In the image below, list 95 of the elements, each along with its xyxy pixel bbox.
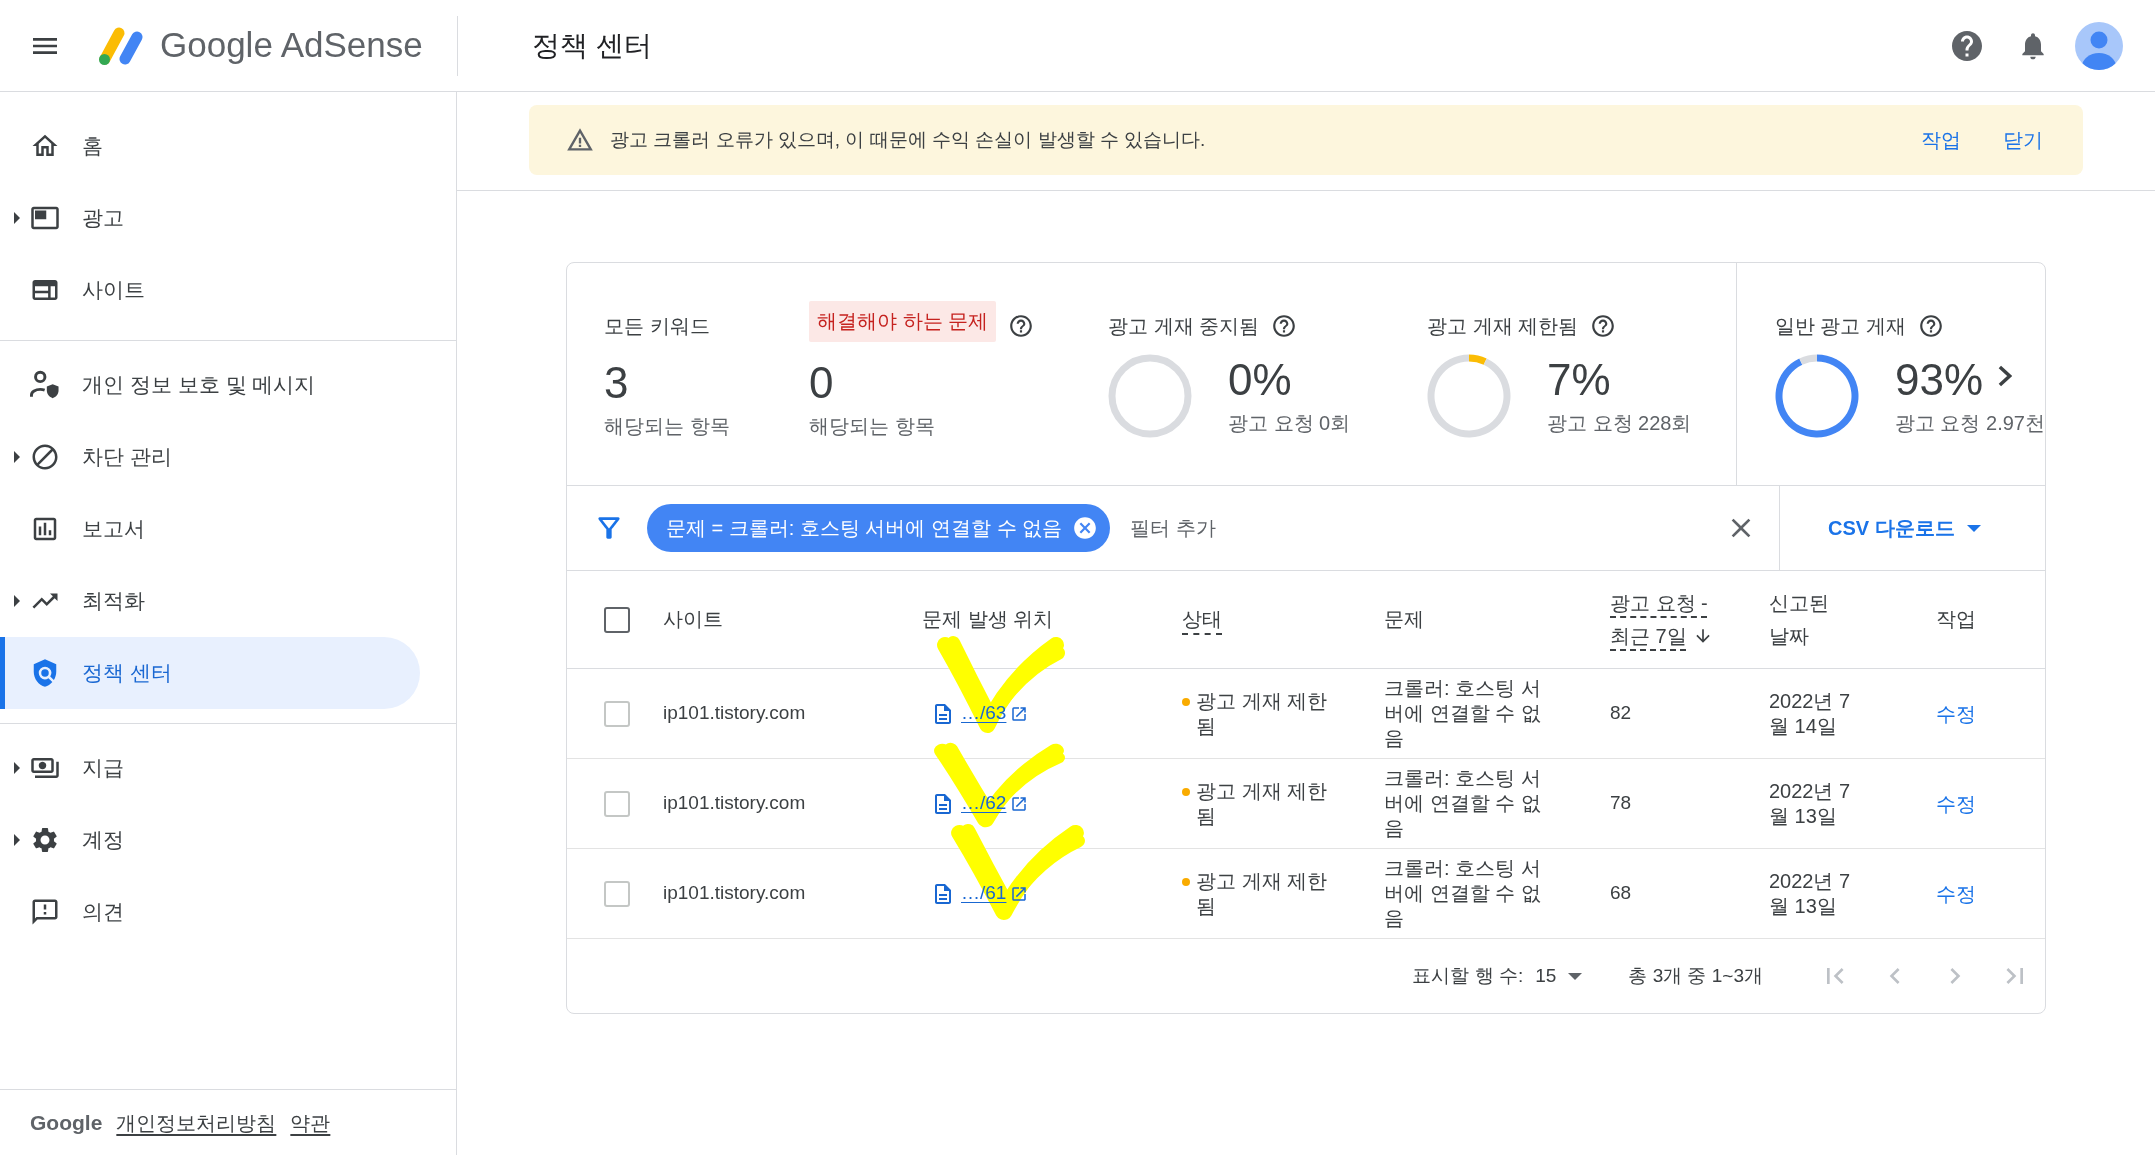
column-header: 문제 발생 위치 (922, 607, 1054, 632)
status-text: 광고 게재 제한됨 (1196, 868, 1329, 919)
banner-action[interactable]: 작업 (1921, 125, 1961, 155)
google-wordmark: Google (30, 1109, 103, 1136)
edit-link[interactable]: 수정 (1936, 792, 1976, 815)
banner-message: 광고 크롤러 오류가 있으며, 이 때문에 수익 손실이 발생할 수 있습니다. (610, 127, 1206, 152)
footer-link[interactable]: 개인정보처리방침 (116, 1107, 277, 1138)
sidebar-item[interactable]: 광고 (0, 182, 420, 254)
expand-caret-icon (13, 762, 20, 774)
checkmark-scribble-icon (935, 635, 1066, 735)
empty-ring-icon (1107, 354, 1192, 438)
site-name: ip101.tistory.com (663, 882, 806, 904)
sidebar-item[interactable]: 정책 센터 (0, 637, 420, 709)
block-icon (30, 442, 60, 472)
feedback-icon (30, 897, 60, 927)
dropdown-arrow-icon (1568, 972, 1583, 980)
filter-input[interactable]: 필터 추가 (1130, 508, 1721, 548)
stat-value: 93% (1894, 355, 1983, 405)
stat-caption: 광고 요청 0회 (1227, 411, 1351, 436)
footer-link[interactable]: 약관 (290, 1107, 331, 1138)
checkmark-scribble-icon (949, 823, 1086, 922)
site-name: ip101.tistory.com (663, 702, 806, 724)
stat-caption: 해당되는 항목 (809, 414, 935, 439)
open-in-new-icon[interactable] (1010, 704, 1029, 723)
page-title: 정책 센터 (532, 28, 652, 63)
request-count: 78 (1610, 792, 1632, 814)
sidebar-item[interactable]: 의견 (0, 876, 420, 948)
checkmark-scribble-icon (932, 742, 1066, 829)
site-name: ip101.tistory.com (663, 792, 806, 814)
csv-download-button[interactable]: CSV 다운로드 (1828, 513, 1981, 543)
sidebar-item[interactable]: 홈 (0, 110, 420, 182)
sidebar-item[interactable]: 지급 (0, 732, 420, 804)
checkbox[interactable] (604, 880, 630, 907)
problem-text: 크롤러: 호스팅 서버에 연결할 수 없음 (1384, 676, 1542, 751)
sidebar-item[interactable]: 최적화 (0, 565, 420, 637)
column-header: 사이트 (663, 607, 723, 632)
stat-label: 광고 게재 중지됨 (1107, 314, 1260, 339)
column-header: 작업 (1936, 607, 1976, 632)
rows-per-page-select[interactable]: 15 (1535, 961, 1583, 991)
report-date: 2022년 7월 13일 (1769, 778, 1852, 829)
problem-text: 크롤러: 호스팅 서버에 연결할 수 없음 (1384, 856, 1542, 931)
report-date: 2022년 7월 14일 (1769, 688, 1852, 739)
remove-chip-icon[interactable] (1072, 515, 1099, 541)
settings-icon (30, 825, 60, 855)
checkbox[interactable] (604, 700, 630, 727)
sort-header[interactable]: 광고 요청 - 최근 7일 (1610, 586, 1728, 653)
status-text: 광고 게재 제한됨 (1196, 778, 1329, 829)
banner-action[interactable]: 닫기 (2003, 125, 2043, 155)
column-header: 상태 (1182, 607, 1222, 632)
sidebar-item[interactable]: 사이트 (0, 254, 420, 326)
sidebar-item[interactable]: 보고서 (0, 493, 420, 565)
stat-value: 0 (809, 358, 834, 408)
chevron-right-icon (1998, 365, 2012, 387)
column-header: 신고된 날짜 (1769, 590, 1830, 649)
stat-label: 일반 광고 게재 (1774, 314, 1907, 339)
edit-link[interactable]: 수정 (1936, 702, 1976, 725)
help-icon[interactable] (1271, 313, 1298, 339)
product-name: Google AdSense (160, 24, 423, 67)
filter-chip[interactable]: 문제 = 크롤러: 호스팅 서버에 연결할 수 없음 (647, 504, 1111, 552)
stat-value: 7% (1546, 355, 1611, 405)
request-count: 68 (1610, 882, 1632, 904)
stat-caption: 해당되는 항목 (604, 414, 730, 439)
page-range: 총 3개 중 1~3개 (1628, 963, 1763, 988)
help-icon[interactable] (1918, 313, 1945, 339)
stat-value: 0% (1227, 355, 1292, 405)
warning-icon (566, 126, 594, 154)
sidebar-item[interactable]: 개인 정보 보호 및 메시지 (0, 349, 420, 421)
highlighted-label: 해결해야 하는 문제 (809, 300, 997, 342)
sidebar-item[interactable]: 차단 관리 (0, 421, 420, 493)
stat-value: 3 (604, 358, 629, 408)
stat-caption: 광고 요청 2.97천 (1894, 411, 2045, 436)
open-in-new-icon[interactable] (1010, 884, 1029, 903)
checkbox[interactable] (604, 606, 630, 633)
expand-caret-icon (13, 212, 20, 224)
problem-text: 크롤러: 호스팅 서버에 연결할 수 없음 (1384, 766, 1542, 841)
stat-label: 광고 게재 제한됨 (1426, 314, 1579, 339)
rows-per-page-label: 표시할 행 수: (1412, 963, 1524, 988)
stat-label: 모든 키워드 (604, 314, 710, 339)
status-text: 광고 게재 제한됨 (1196, 688, 1329, 739)
checkbox[interactable] (604, 790, 630, 817)
sidebar-item[interactable]: 계정 (0, 804, 420, 876)
report-date: 2022년 7월 13일 (1769, 868, 1852, 919)
avatar-icon[interactable] (2075, 21, 2123, 70)
edit-link[interactable]: 수정 (1936, 882, 1976, 905)
stat-caption: 광고 요청 228회 (1546, 411, 1692, 436)
column-header: 문제 (1384, 607, 1424, 632)
person-shield-icon (30, 370, 60, 400)
expand-caret-icon (13, 451, 20, 463)
help-icon[interactable] (1008, 313, 1035, 339)
help-icon[interactable] (1590, 313, 1617, 339)
open-in-new-icon[interactable] (1010, 794, 1029, 813)
expand-caret-icon (13, 595, 20, 607)
dropdown-arrow-icon (1966, 524, 1981, 532)
expand-caret-icon (13, 834, 20, 846)
request-count: 82 (1610, 702, 1632, 724)
